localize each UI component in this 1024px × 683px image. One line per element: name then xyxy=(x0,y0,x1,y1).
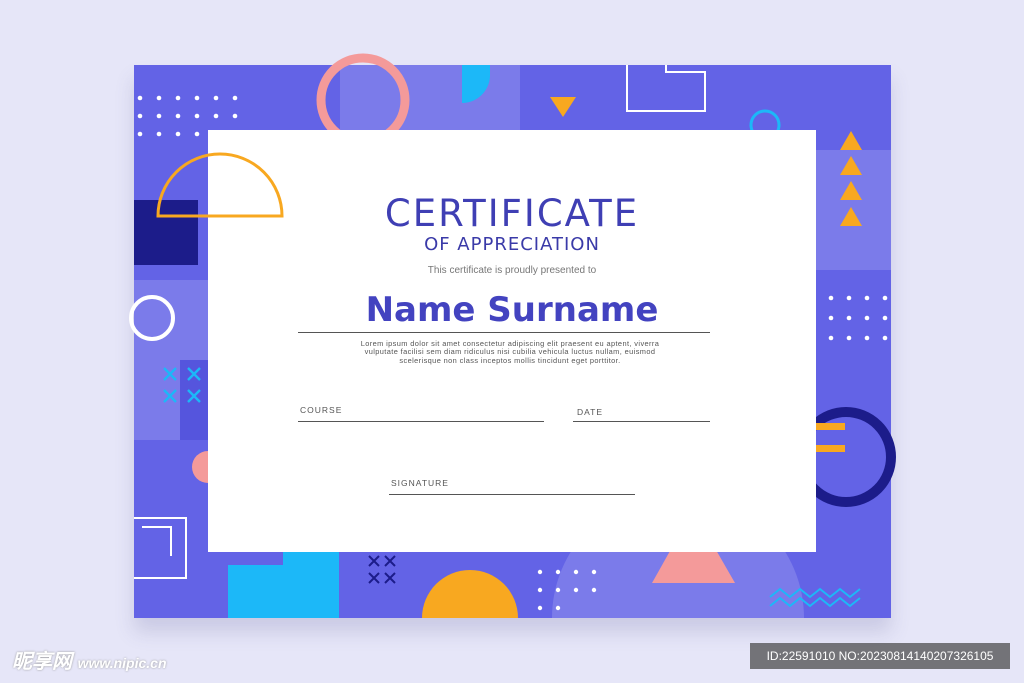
image-id-watermark: ID:22591010 NO:20230814140207326105 xyxy=(750,643,1010,669)
site-watermark: 昵享网 www.nipic.cn xyxy=(12,645,167,674)
certificate-title: CERTIFICATE xyxy=(384,192,640,235)
date-line xyxy=(573,421,710,422)
name-underline xyxy=(298,332,710,333)
certificate-subtitle: OF APPRECIATION xyxy=(424,234,600,255)
signature-line xyxy=(389,494,635,495)
date-label: DATE xyxy=(577,407,604,417)
course-label: COURSE xyxy=(300,405,343,415)
course-line xyxy=(298,421,544,422)
recipient-name: Name Surname xyxy=(365,290,659,330)
presented-text: This certificate is proudly presented to xyxy=(427,265,597,276)
site-logo-text: 昵享网 xyxy=(12,651,72,673)
body-text: Lorem ipsum dolor sit amet consectetur a… xyxy=(360,339,660,365)
signature-label: SIGNATURE xyxy=(391,478,449,488)
site-url: www.nipic.cn xyxy=(77,655,167,671)
